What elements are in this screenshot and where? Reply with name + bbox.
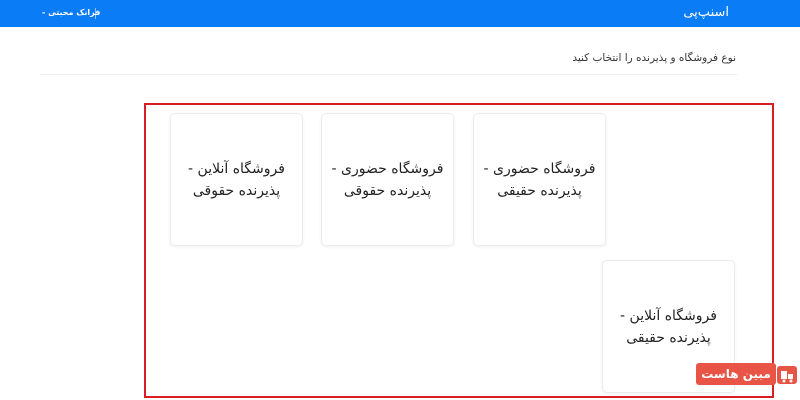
- page-instruction: نوع فروشگاه و پذیرنده را انتخاب کنید: [572, 52, 736, 64]
- option-label-line2: پذیرنده حقیقی: [626, 330, 711, 346]
- watermark: مبین هاست: [696, 363, 800, 387]
- section-divider: [40, 74, 737, 75]
- option-label-line2: پذیرنده حقوقی: [192, 183, 281, 199]
- option-card-label: فروشگاه آنلاین - پذیرنده حقوقی: [177, 158, 296, 202]
- option-label-line1: فروشگاه حضوری -: [331, 161, 444, 177]
- option-card-instore-legal[interactable]: فروشگاه حضوری - پذیرنده حقوقی: [321, 113, 454, 246]
- option-label-line1: فروشگاه آنلاین -: [188, 161, 285, 177]
- option-label-line1: فروشگاه آنلاین -: [620, 308, 717, 324]
- brand-logo-text[interactable]: اسنپ‌پی: [683, 5, 729, 20]
- option-card-label: فروشگاه حضوری - پذیرنده حقوقی: [328, 158, 447, 202]
- option-label-line1: فروشگاه حضوری -: [483, 161, 596, 177]
- option-label-line2: پذیرنده حقیقی: [497, 183, 582, 199]
- option-card-online-legal[interactable]: فروشگاه آنلاین - پذیرنده حقوقی: [170, 113, 303, 246]
- watermark-text: مبین هاست: [696, 363, 776, 385]
- top-navigation-bar: اسنپ‌پی فرانک محبتی -: [0, 0, 800, 27]
- user-menu-dropdown[interactable]: فرانک محبتی -: [42, 8, 100, 17]
- host-logo-icon: [777, 366, 797, 384]
- option-card-label: فروشگاه حضوری - پذیرنده حقیقی: [480, 158, 599, 202]
- option-card-label: فروشگاه آنلاین - پذیرنده حقیقی: [609, 305, 728, 349]
- option-card-instore-individual[interactable]: فروشگاه حضوری - پذیرنده حقیقی: [473, 113, 606, 246]
- option-label-line2: پذیرنده حقوقی: [343, 183, 432, 199]
